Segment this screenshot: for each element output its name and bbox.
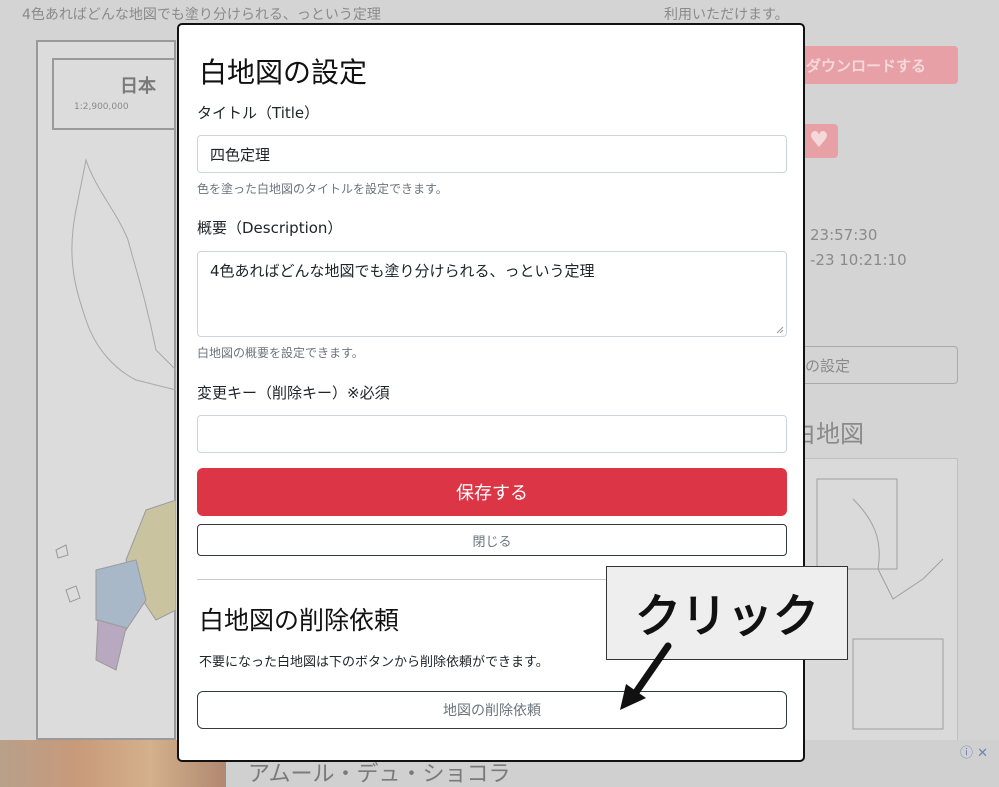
usage-note-text: 利用いただけます。 [664, 7, 789, 23]
title-input-value: 四色定理 [210, 145, 271, 164]
delete-section-description: 不要になった白地図は下のボタンから削除依頼ができます。 [199, 655, 549, 670]
created-at-text: 23:57:30 [810, 226, 878, 244]
resize-grip-icon[interactable] [776, 326, 784, 334]
description-field-label: 概要（Description） [197, 219, 343, 237]
modal-title: 白地図の設定 [199, 56, 368, 89]
title-field-label: タイトル（Title） [197, 104, 320, 122]
save-button[interactable]: 保存する [197, 468, 787, 516]
title-input[interactable]: 四色定理 [197, 135, 787, 173]
change-key-input[interactable] [197, 415, 787, 453]
map-legend-box [52, 58, 176, 130]
map-settings-button: の設定 [790, 346, 958, 384]
download-button: でダウンロードする [790, 46, 958, 84]
map-legend-title: 日本 [120, 76, 156, 97]
description-textarea-value: 4色あればどんな地図でも塗り分けられる、っという定理 [210, 262, 595, 280]
updated-at-text: -23 10:21:10 [810, 251, 907, 269]
favorite-heart-icon: ♥ [800, 124, 838, 158]
key-field-label: 変更キー（削除キー）※必須 [197, 384, 390, 402]
delete-section-title: 白地図の削除依頼 [199, 606, 400, 635]
close-button[interactable]: 閉じる [197, 524, 787, 556]
ad-close-icon[interactable]: ⓘ ✕ [960, 742, 988, 761]
title-help-text: 色を塗った白地図のタイトルを設定できます。 [197, 182, 448, 196]
map-scale-label: 1:2,900,000 [74, 102, 129, 112]
description-textarea[interactable]: 4色あればどんな地図でも塗り分けられる、っという定理 [197, 251, 787, 337]
delete-request-button[interactable]: 地図の削除依頼 [197, 691, 787, 729]
pointer-arrow-icon [620, 642, 672, 710]
japan-map-image [55, 158, 176, 671]
description-help-text: 白地図の概要を設定できます。 [197, 346, 364, 360]
map-description-text: 4色あればどんな地図でも塗り分けられる、っという定理 [22, 7, 381, 23]
